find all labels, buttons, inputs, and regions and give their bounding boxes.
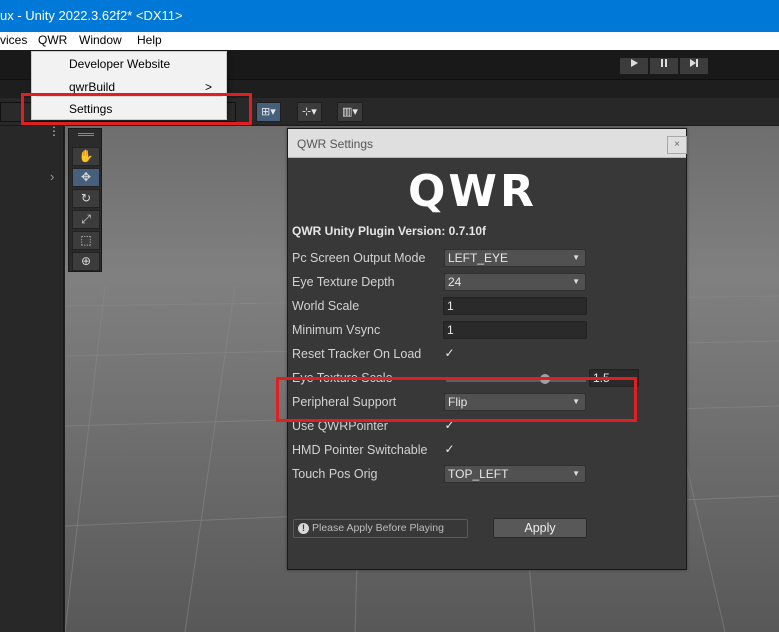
qwr-logo: QWR — [408, 166, 537, 217]
qwr-dropdown-menu: Developer Website qwrBuild > Settings — [31, 51, 227, 120]
chevron-down-icon: ▼ — [572, 277, 580, 286]
panel-menu-icon[interactable]: ⋮ — [48, 124, 60, 138]
grid-snap-tool[interactable]: ⊞▾ — [256, 102, 281, 122]
hierarchy-panel — [0, 126, 64, 632]
apply-notice: ! Please Apply Before Playing — [293, 519, 468, 538]
reset-tracker-checkbox[interactable]: ✓ — [443, 347, 456, 360]
apply-button[interactable]: Apply — [493, 518, 587, 538]
select-value: LEFT_EYE — [448, 251, 509, 265]
slider-knob[interactable] — [540, 374, 550, 384]
label-hmd-pointer-switchable: HMD Pointer Switchable — [292, 443, 428, 457]
close-icon[interactable]: × — [667, 136, 687, 154]
menu-bar: vices QWR Window Help — [0, 32, 779, 50]
menu-item-settings[interactable]: Settings — [69, 102, 112, 116]
select-value: Flip — [448, 395, 468, 409]
eye-texture-scale-field[interactable]: 1.5 — [589, 369, 639, 387]
chevron-down-icon: ▼ — [572, 397, 580, 406]
tool-palette: ✋ ✥ ↻ ⤢ ⬚ ⊕ — [68, 128, 102, 272]
menu-services[interactable]: vices — [0, 33, 27, 47]
step-icon[interactable] — [679, 57, 709, 75]
window-title: ux - Unity 2022.3.62f2* <DX11> — [0, 8, 183, 23]
eye-texture-depth-select[interactable]: 24 ▼ — [444, 273, 586, 291]
notice-text: Please Apply Before Playing — [312, 522, 444, 534]
expand-chevron-icon[interactable]: › — [50, 169, 54, 184]
touch-pos-orig-select[interactable]: TOP_LEFT ▼ — [444, 465, 586, 483]
view-tool-icon[interactable]: ✋ — [72, 147, 100, 166]
minimum-vsync-field[interactable]: 1 — [443, 321, 587, 339]
increment-snap-tool[interactable]: ⊹▾ — [297, 102, 322, 122]
label-peripheral-support: Peripheral Support — [292, 395, 397, 409]
rotate-tool-icon[interactable]: ↻ — [72, 189, 100, 208]
info-icon: ! — [298, 523, 309, 534]
menu-item-qwrbuild[interactable]: qwrBuild — [69, 80, 115, 94]
scale-tool-icon[interactable]: ⤢ — [72, 210, 100, 229]
chevron-down-icon: ▼ — [572, 253, 580, 262]
select-value: TOP_LEFT — [448, 467, 509, 481]
rect-tool-icon[interactable]: ⬚ — [72, 231, 100, 250]
pc-screen-output-mode-select[interactable]: LEFT_EYE ▼ — [444, 249, 586, 267]
menu-qwr[interactable]: QWR — [38, 33, 67, 47]
menu-separator — [36, 96, 222, 97]
label-world-scale: World Scale — [292, 299, 360, 313]
move-tool-icon[interactable]: ✥ — [72, 168, 100, 187]
label-eye-texture-scale: Eye Texture Scale — [292, 371, 393, 385]
label-eye-texture-depth: Eye Texture Depth — [292, 275, 395, 289]
label-touch-pos-orig: Touch Pos Orig — [292, 467, 378, 481]
menu-window[interactable]: Window — [79, 33, 122, 47]
world-scale-field[interactable]: 1 — [443, 297, 587, 315]
plugin-version: QWR Unity Plugin Version: 0.7.10f — [292, 224, 487, 238]
menu-help[interactable]: Help — [137, 33, 162, 47]
transform-tool-icon[interactable]: ⊕ — [72, 252, 100, 271]
label-use-qwrpointer: Use QWRPointer — [292, 419, 388, 433]
use-qwrpointer-checkbox[interactable]: ✓ — [443, 419, 456, 432]
title-bar: ux - Unity 2022.3.62f2* <DX11> — [0, 0, 779, 32]
settings-title: QWR Settings — [297, 137, 374, 151]
playmode-controls — [619, 57, 709, 75]
settings-title-bar[interactable]: QWR Settings × — [288, 129, 687, 158]
chevron-down-icon: ▼ — [572, 469, 580, 478]
palette-grip-icon[interactable] — [78, 133, 94, 136]
eye-texture-scale-slider[interactable] — [446, 380, 586, 382]
label-minimum-vsync: Minimum Vsync — [292, 323, 381, 337]
hmd-pointer-switchable-checkbox[interactable]: ✓ — [443, 443, 456, 456]
render-mode-tool[interactable]: ▥▾ — [337, 102, 363, 122]
menu-item-developer-website[interactable]: Developer Website — [69, 57, 170, 71]
play-icon[interactable] — [619, 57, 649, 75]
peripheral-support-select[interactable]: Flip ▼ — [444, 393, 586, 411]
label-reset-tracker-on-load: Reset Tracker On Load — [292, 347, 422, 361]
label-pc-screen-output-mode: Pc Screen Output Mode — [292, 251, 426, 265]
submenu-arrow-icon: > — [205, 80, 213, 94]
qwr-settings-window: QWR Settings × QWR QWR Unity Plugin Vers… — [287, 128, 687, 570]
select-value: 24 — [448, 275, 462, 289]
pause-icon[interactable] — [649, 57, 679, 75]
